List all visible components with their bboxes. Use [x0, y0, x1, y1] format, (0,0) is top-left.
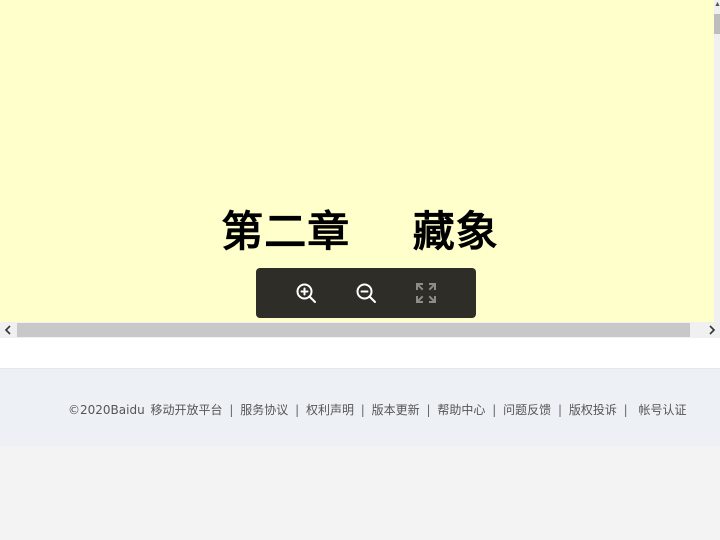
- scroll-right-arrow[interactable]: [704, 322, 720, 338]
- scroll-up-arrow[interactable]: ▲: [714, 0, 720, 10]
- footer-separator: |: [295, 403, 300, 417]
- zoom-in-button[interactable]: [292, 279, 320, 307]
- footer-link-copyright-complaint[interactable]: 版权投诉: [569, 403, 617, 417]
- fullscreen-button[interactable]: [412, 279, 440, 307]
- page-background: [0, 446, 720, 540]
- chevron-right-icon: [709, 325, 716, 335]
- document-viewer: 第二章 藏象 ▲: [0, 0, 720, 338]
- footer-separator: |: [623, 403, 628, 417]
- chapter-title: 第二章 藏象: [221, 207, 499, 256]
- footer-link-account-verification[interactable]: 帐号认证: [639, 403, 687, 417]
- footer-separator: |: [229, 403, 234, 417]
- footer-separator: |: [557, 403, 562, 417]
- footer-separator: |: [360, 403, 365, 417]
- footer-separator: |: [492, 403, 497, 417]
- footer-link-service-agreement[interactable]: 服务协议: [240, 403, 288, 417]
- horizontal-scroll-thumb[interactable]: [17, 323, 690, 337]
- zoom-out-icon: [356, 283, 376, 303]
- chevron-left-icon: [4, 325, 11, 335]
- footer-link-open-platform[interactable]: 移动开放平台: [151, 403, 223, 417]
- footer: ©2020Baidu 移动开放平台 | 服务协议 | 权利声明 | 版本更新 |…: [0, 368, 720, 446]
- copyright-text: ©2020Baidu: [68, 403, 145, 417]
- footer-link-help-center[interactable]: 帮助中心: [437, 403, 485, 417]
- zoom-out-button[interactable]: [352, 279, 380, 307]
- vertical-scrollbar[interactable]: ▲: [714, 0, 720, 322]
- zoom-toolbar: [256, 268, 476, 318]
- footer-link-feedback[interactable]: 问题反馈: [503, 403, 551, 417]
- scroll-left-arrow[interactable]: [0, 322, 16, 338]
- footer-link-version-update[interactable]: 版本更新: [372, 403, 420, 417]
- vertical-scroll-thumb[interactable]: [714, 14, 720, 34]
- fullscreen-icon: [416, 283, 436, 303]
- footer-links: ©2020Baidu 移动开放平台 | 服务协议 | 权利声明 | 版本更新 |…: [68, 401, 687, 418]
- footer-separator: |: [426, 403, 431, 417]
- footer-link-rights-statement[interactable]: 权利声明: [306, 403, 354, 417]
- horizontal-scrollbar[interactable]: [0, 322, 720, 338]
- content-gap: [0, 338, 720, 368]
- zoom-in-icon: [296, 283, 316, 303]
